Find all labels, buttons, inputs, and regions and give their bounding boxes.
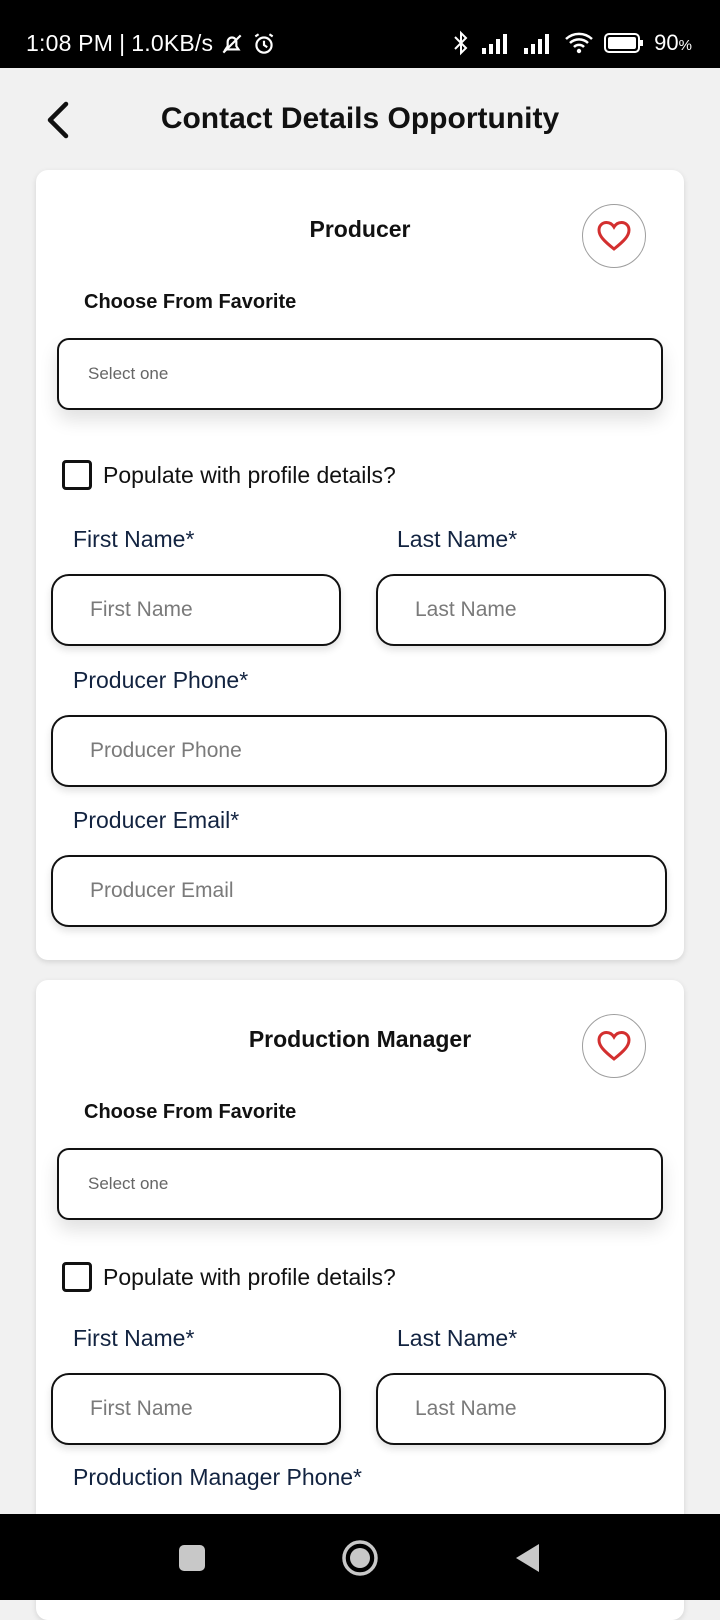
last-name-placeholder: Last Name <box>415 1397 517 1420</box>
square-icon <box>179 1545 205 1571</box>
last-name-label: Last Name* <box>397 526 518 552</box>
status-separator: | <box>119 30 126 56</box>
nav-recents-button[interactable] <box>170 1536 214 1580</box>
status-bar: 1:08 PM | 1.0KB/s 90% <box>0 0 720 68</box>
battery-level-value: 90 <box>654 30 679 55</box>
status-right: 90% <box>452 30 692 56</box>
first-name-input[interactable]: First Name <box>51 1373 341 1445</box>
signal-icon-2 <box>524 34 550 54</box>
alarm-icon <box>254 32 274 54</box>
wifi-icon <box>565 32 594 54</box>
last-name-input[interactable]: Last Name <box>376 574 666 646</box>
populate-checkbox[interactable] <box>62 1262 92 1292</box>
heart-icon <box>597 220 631 251</box>
producer-phone-placeholder: Producer Phone <box>90 739 242 762</box>
status-network-speed: 1.0KB/s <box>131 30 214 56</box>
status-left: 1:08 PM | 1.0KB/s <box>26 30 277 57</box>
favorite-button[interactable] <box>582 204 646 268</box>
last-name-label: Last Name* <box>397 1325 518 1351</box>
select-placeholder: Select one <box>88 364 169 383</box>
nav-home-button[interactable] <box>338 1536 382 1580</box>
signal-icon <box>482 34 508 54</box>
first-name-placeholder: First Name <box>90 1397 193 1420</box>
choose-favorite-label: Choose From Favorite <box>84 291 297 313</box>
populate-label: Populate with profile details? <box>103 1263 396 1290</box>
bluetooth-icon <box>454 30 468 56</box>
favorite-select[interactable]: Select one <box>57 338 663 410</box>
select-placeholder: Select one <box>88 1174 169 1193</box>
populate-label: Populate with profile details? <box>103 461 396 488</box>
last-name-placeholder: Last Name <box>415 598 517 621</box>
populate-checkbox-row[interactable]: Populate with profile details? <box>62 460 396 490</box>
bell-off-icon <box>222 34 242 53</box>
circle-icon <box>342 1540 378 1576</box>
favorite-select[interactable]: Select one <box>57 1148 663 1220</box>
last-name-input[interactable]: Last Name <box>376 1373 666 1445</box>
battery-icon <box>604 33 644 53</box>
app-header: Contact Details Opportunity <box>0 68 720 172</box>
first-name-input[interactable]: First Name <box>51 574 341 646</box>
choose-favorite-label: Choose From Favorite <box>84 1101 297 1123</box>
first-name-label: First Name* <box>73 1325 195 1351</box>
triangle-left-icon <box>516 1544 539 1572</box>
first-name-label: First Name* <box>73 526 195 552</box>
producer-card: Producer Choose From Favorite Select one… <box>36 170 684 960</box>
producer-email-placeholder: Producer Email <box>90 879 234 902</box>
page-title: Contact Details Opportunity <box>160 102 560 135</box>
favorite-button[interactable] <box>582 1014 646 1078</box>
producer-email-label: Producer Email* <box>73 807 240 833</box>
producer-email-input[interactable]: Producer Email <box>51 855 667 927</box>
heart-icon <box>597 1030 631 1061</box>
first-name-placeholder: First Name <box>90 598 193 621</box>
battery-level: 90% <box>654 30 692 56</box>
producer-phone-label: Producer Phone* <box>73 667 249 693</box>
populate-checkbox[interactable] <box>62 460 92 490</box>
production-manager-phone-label: Production Manager Phone* <box>73 1464 362 1490</box>
system-nav-bar <box>0 1514 720 1600</box>
populate-checkbox-row[interactable]: Populate with profile details? <box>62 1262 396 1292</box>
nav-back-button[interactable] <box>506 1536 550 1580</box>
battery-level-unit: % <box>678 37 692 54</box>
status-time: 1:08 PM <box>26 30 114 56</box>
producer-phone-input[interactable]: Producer Phone <box>51 715 667 787</box>
